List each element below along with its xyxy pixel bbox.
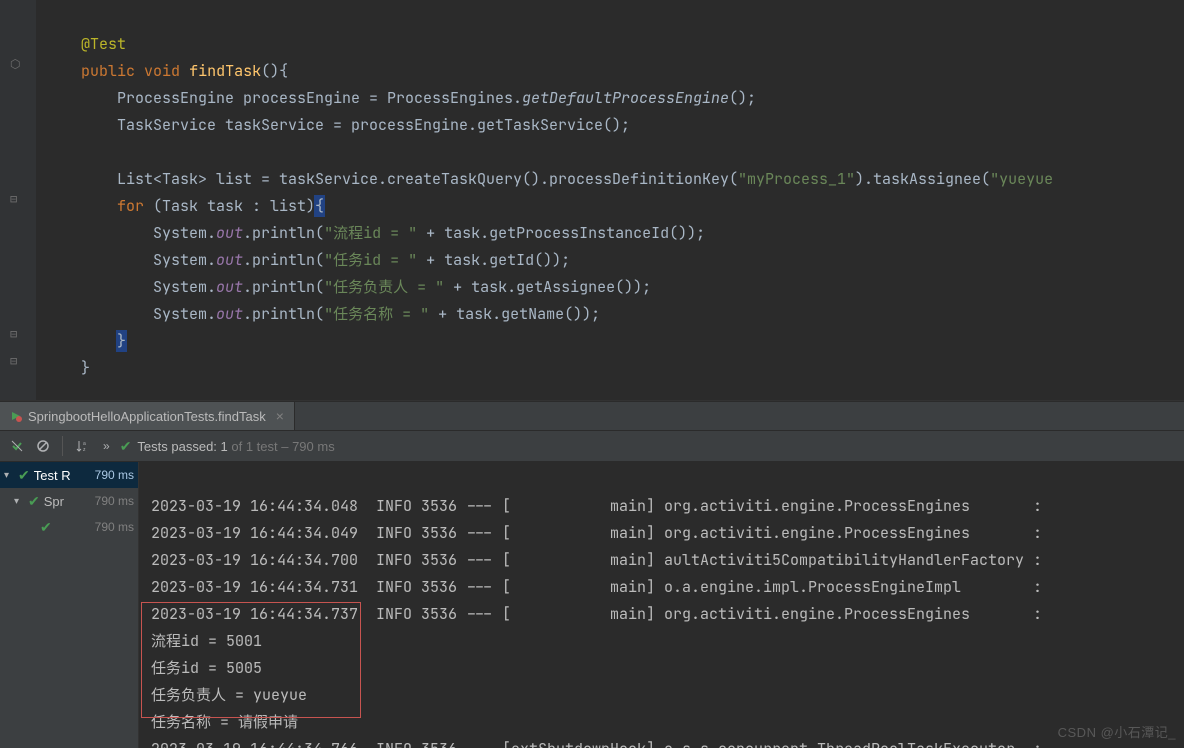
brace-open: { — [315, 196, 324, 216]
annotation: @Test — [81, 34, 126, 54]
check-icon: ✔ — [40, 519, 52, 536]
test-tree-root[interactable]: ▾ ✔ Test R 790 ms — [0, 462, 138, 488]
keyword-void: void — [144, 61, 180, 81]
console-line: 任务负责人 = yueyue — [151, 685, 307, 705]
code-text: TaskService taskService = processEngine.… — [117, 115, 630, 135]
console-line: 任务id = 5005 — [151, 658, 262, 678]
svg-text:z: z — [83, 447, 86, 453]
check-icon: ✔ — [120, 438, 132, 455]
check-icon: ✔ — [18, 467, 30, 484]
method-name: findTask — [189, 61, 261, 81]
code-text: + task.getProcessInstanceId()); — [417, 223, 705, 243]
code-text: .println( — [243, 304, 324, 324]
code-text: .println( — [243, 250, 324, 270]
console-line: 2023-03-19 16:44:34.766 INFO 3536 --- [e… — [151, 739, 1042, 748]
tests-status: ✔ Tests passed: 1 of 1 test – 790 ms — [120, 438, 335, 455]
console-line: 流程id = 5001 — [151, 631, 262, 651]
keyword-public: public — [81, 61, 135, 81]
brace-close: } — [81, 358, 90, 378]
watermark-text: CSDN @小石潭记_ — [1058, 719, 1176, 746]
code-text: List<Task> list = taskService.createTask… — [117, 169, 738, 189]
brace-close: } — [117, 331, 126, 351]
string-literal: "任务名称 = " — [324, 304, 429, 324]
gutter-fold-icon[interactable]: ⊟ — [10, 321, 17, 348]
code-editor[interactable]: ⬡ ⊟ ⊟ ⊟ @Test public void findTask(){ Pr… — [0, 0, 1184, 401]
run-body: ▾ ✔ Test R 790 ms ▾ ✔ Spr 790 ms ✔ 790 m… — [0, 462, 1184, 748]
run-tab-bar: SpringbootHelloApplicationTests.findTask… — [0, 401, 1184, 431]
console-line: 任务名称 = 请假申请 — [151, 712, 298, 732]
string-literal: "yueyue — [990, 169, 1053, 189]
code-text: System. — [153, 223, 216, 243]
console-line: 2023-03-19 16:44:34.700 INFO 3536 --- [ … — [151, 550, 1042, 570]
code-text: System. — [153, 250, 216, 270]
console-output[interactable]: 2023-03-19 16:44:34.048 INFO 3536 --- [ … — [139, 462, 1184, 748]
tree-time: 790 ms — [95, 520, 138, 534]
test-tree[interactable]: ▾ ✔ Test R 790 ms ▾ ✔ Spr 790 ms ✔ 790 m… — [0, 462, 139, 748]
chevron-down-icon[interactable]: ▾ — [14, 496, 24, 507]
code-text: System. — [153, 304, 216, 324]
toggle-pass-button[interactable] — [6, 435, 28, 457]
test-run-icon — [10, 410, 22, 422]
console-line: 2023-03-19 16:44:34.048 INFO 3536 --- [ … — [151, 496, 1042, 516]
gutter-override-icon: ⬡ — [10, 51, 20, 78]
tree-label: Spr — [44, 494, 64, 509]
code-text: (); — [729, 88, 756, 108]
toggle-ignore-button[interactable] — [32, 435, 54, 457]
field-out: out — [216, 250, 243, 270]
tree-time: 790 ms — [95, 468, 138, 482]
chevron-down-icon[interactable]: ▾ — [4, 470, 14, 481]
gutter-fold-icon[interactable]: ⊟ — [10, 348, 17, 375]
field-out: out — [216, 304, 243, 324]
console-line: 2023-03-19 16:44:34.049 INFO 3536 --- [ … — [151, 523, 1042, 543]
string-literal: "myProcess_1" — [738, 169, 855, 189]
code-content[interactable]: @Test public void findTask(){ ProcessEng… — [37, 0, 1184, 400]
editor-gutter: ⬡ ⊟ ⊟ ⊟ — [0, 0, 37, 400]
code-text: + task.getId()); — [417, 250, 570, 270]
keyword-for: for — [117, 196, 144, 216]
console-line: 2023-03-19 16:44:34.731 INFO 3536 --- [ … — [151, 577, 1042, 597]
tree-label: Test R — [34, 468, 71, 483]
field-out: out — [216, 223, 243, 243]
string-literal: "任务负责人 = " — [324, 277, 444, 297]
expand-icon[interactable]: » — [97, 439, 116, 453]
string-literal: "任务id = " — [324, 250, 417, 270]
toolbar-divider — [62, 436, 63, 456]
status-detail: of 1 test – 790 ms — [228, 439, 335, 454]
check-icon: ✔ — [28, 493, 40, 510]
code-text: .println( — [243, 277, 324, 297]
code-text: .println( — [243, 223, 324, 243]
close-icon[interactable]: × — [272, 408, 284, 424]
code-text: System. — [153, 277, 216, 297]
run-tab-label: SpringbootHelloApplicationTests.findTask — [28, 409, 266, 424]
field-out: out — [216, 277, 243, 297]
gutter-fold-icon[interactable]: ⊟ — [10, 186, 17, 213]
status-count: 1 — [221, 439, 228, 454]
code-text: + task.getName()); — [429, 304, 600, 324]
string-literal: "流程id = " — [324, 223, 417, 243]
code-text: (Task task : list) — [144, 196, 315, 216]
tree-time: 790 ms — [95, 494, 138, 508]
run-toolbar: az » ✔ Tests passed: 1 of 1 test – 790 m… — [0, 431, 1184, 462]
status-text: Tests passed: — [137, 439, 220, 454]
code-text: + task.getAssignee()); — [444, 277, 651, 297]
test-tree-leaf[interactable]: ✔ 790 ms — [0, 514, 138, 540]
console-line: 2023-03-19 16:44:34.737 INFO 3536 --- [ … — [151, 604, 1042, 624]
test-tree-node[interactable]: ▾ ✔ Spr 790 ms — [0, 488, 138, 514]
code-text: ProcessEngine processEngine = ProcessEng… — [117, 88, 522, 108]
code-text: ).taskAssignee( — [855, 169, 990, 189]
sort-button[interactable]: az — [71, 435, 93, 457]
static-call: getDefaultProcessEngine — [522, 88, 729, 108]
run-tab[interactable]: SpringbootHelloApplicationTests.findTask… — [0, 402, 295, 430]
